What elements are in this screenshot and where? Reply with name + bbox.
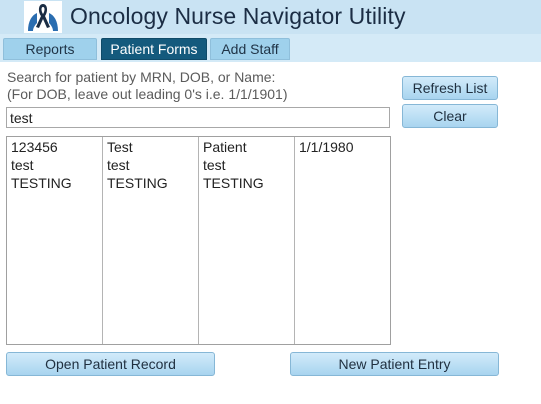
result-cell[interactable]: 1/1/1980: [299, 138, 390, 156]
app-title: Oncology Nurse Navigator Utility: [70, 3, 406, 29]
result-cell[interactable]: TESTING: [203, 174, 294, 192]
search-instructions: Search for patient by MRN, DOB, or Name:…: [7, 69, 288, 103]
refresh-list-button[interactable]: Refresh List: [402, 76, 498, 100]
tab-bar: Reports Patient Forms Add Staff: [0, 34, 541, 62]
tab-add-staff[interactable]: Add Staff: [210, 38, 290, 60]
result-cell[interactable]: test: [11, 156, 102, 174]
clear-button[interactable]: Clear: [402, 104, 498, 128]
tab-reports[interactable]: Reports: [3, 38, 97, 60]
result-cell[interactable]: test: [107, 156, 198, 174]
result-cell[interactable]: TESTING: [107, 174, 198, 192]
awareness-ribbon-hands-icon: [24, 1, 62, 33]
results-column-mrn: 123456 test TESTING: [7, 137, 103, 344]
result-cell[interactable]: test: [203, 156, 294, 174]
patient-search-input[interactable]: [6, 107, 390, 128]
result-cell[interactable]: TESTING: [11, 174, 102, 192]
app-header: Oncology Nurse Navigator Utility: [0, 0, 541, 34]
search-help-line-1: Search for patient by MRN, DOB, or Name:: [7, 69, 276, 85]
results-column-first-name: Test test TESTING: [103, 137, 199, 344]
patient-results-list[interactable]: 123456 test TESTING Test test TESTING Pa…: [6, 136, 391, 345]
tab-patient-forms[interactable]: Patient Forms: [101, 38, 207, 60]
result-cell[interactable]: Patient: [203, 138, 294, 156]
search-help-line-2: (For DOB, leave out leading 0's i.e. 1/1…: [7, 86, 288, 102]
new-patient-entry-button[interactable]: New Patient Entry: [290, 352, 499, 376]
result-cell[interactable]: Test: [107, 138, 198, 156]
results-column-dob: 1/1/1980: [295, 137, 390, 344]
results-column-last-name: Patient test TESTING: [199, 137, 295, 344]
result-cell[interactable]: 123456: [11, 138, 102, 156]
open-patient-record-button[interactable]: Open Patient Record: [6, 352, 215, 376]
